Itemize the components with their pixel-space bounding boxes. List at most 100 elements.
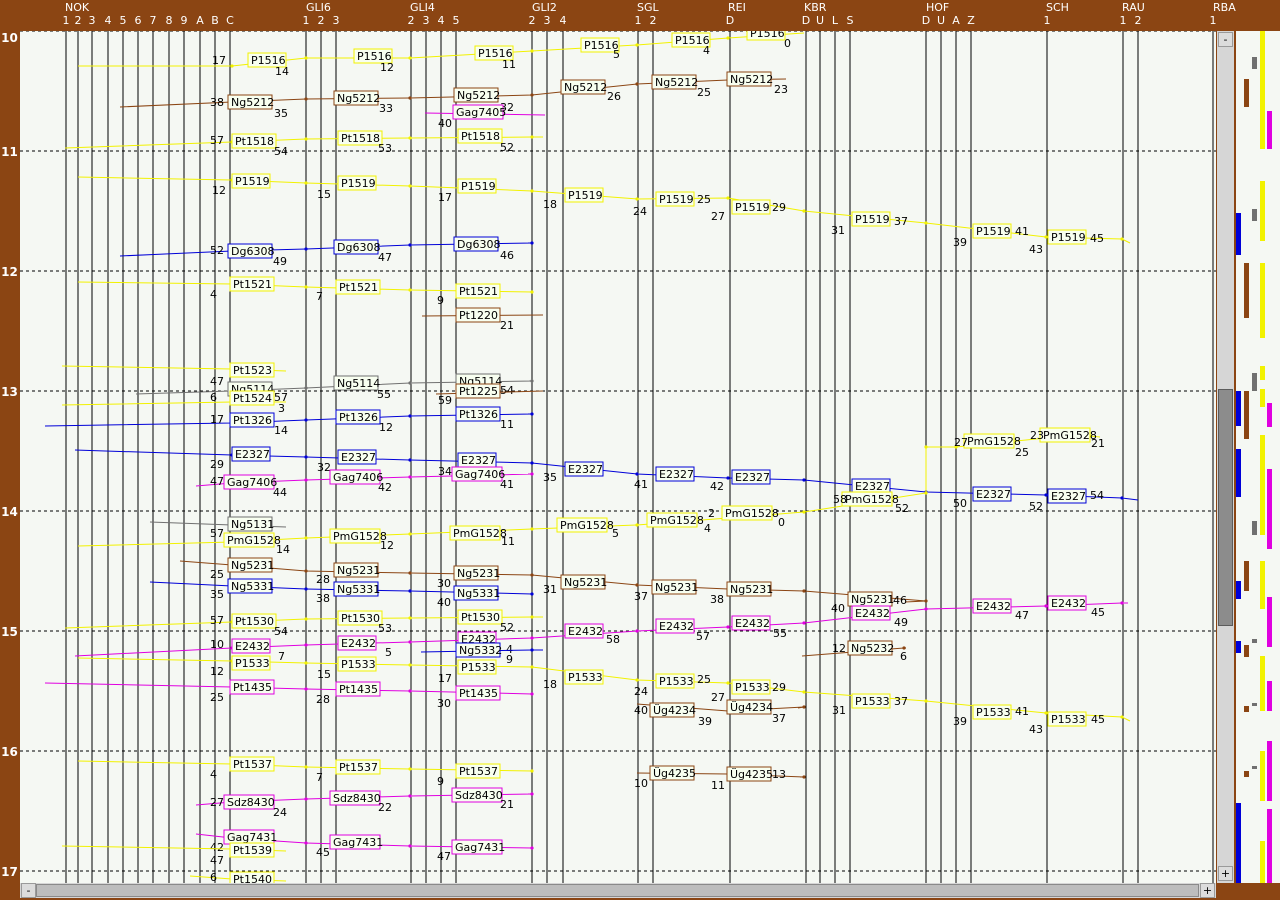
train-label[interactable]: Üg4234	[726, 699, 773, 715]
train-label[interactable]: E2432	[731, 615, 771, 631]
train-label[interactable]: Ng5231	[333, 562, 380, 578]
track-number[interactable]: 1	[633, 14, 643, 27]
track-number[interactable]: 2	[1133, 14, 1143, 27]
train-label[interactable]: Pt1435	[335, 681, 381, 697]
train-label[interactable]: Ng5231	[847, 591, 894, 607]
train-label[interactable]: Sdz8430	[223, 794, 275, 810]
train-label[interactable]: P1533	[731, 679, 771, 695]
train-label[interactable]: E2432	[231, 638, 271, 654]
train-label[interactable]: Pt1518	[337, 130, 383, 146]
train-path-p1533[interactable]: P1533 P1533 P1533 P1533 P1533 P1533 P1533 P1533…	[77, 655, 1131, 736]
train-label[interactable]: Pt1326	[455, 406, 501, 422]
train-label[interactable]: Pt1521	[455, 283, 501, 299]
train-label[interactable]: Ng5212	[651, 74, 698, 90]
train-label[interactable]: Ng5212	[560, 79, 607, 95]
train-label[interactable]: Pt1435	[229, 679, 275, 695]
train-label[interactable]: Gag7431	[329, 834, 383, 850]
track-number[interactable]: B	[210, 14, 220, 27]
track-number[interactable]: 3	[87, 14, 97, 27]
train-label[interactable]: Pt1530	[457, 609, 503, 625]
train-label[interactable]: P1519	[1047, 229, 1087, 245]
train-label[interactable]: P1533	[851, 693, 891, 709]
train-label[interactable]: Üg4235	[649, 765, 696, 781]
train-label[interactable]: E2432	[1047, 595, 1087, 611]
station-label[interactable]: RBA	[1213, 1, 1236, 14]
train-label[interactable]: Ng5131	[227, 516, 274, 532]
track-number[interactable]: 4	[103, 14, 113, 27]
train-label[interactable]: E2327	[564, 461, 604, 477]
track-number[interactable]: 5	[451, 14, 461, 27]
train-label[interactable]: E2432	[564, 623, 604, 639]
train-path-dg6308[interactable]: Dg6308 Dg6308 Dg6308 52 49 47 46	[119, 236, 534, 268]
track-number[interactable]: 6	[133, 14, 143, 27]
track-number[interactable]: 2	[527, 14, 537, 27]
train-label[interactable]: E2327	[1047, 488, 1087, 504]
train-label[interactable]: P1533	[1047, 711, 1087, 727]
train-path-pt1326[interactable]: Pt1326 Pt1326 Pt1326 17 14 12 11	[44, 406, 534, 437]
train-path-ng5231[interactable]: Ng5231 Ng5231 Ng5231 Ng5231 Ng5231 Ng5231 Ng52…	[179, 557, 928, 615]
train-label[interactable]: Ng5212	[333, 90, 380, 106]
train-label[interactable]: E2327	[731, 469, 771, 485]
track-number[interactable]: A	[951, 14, 961, 27]
train-label[interactable]: PmG1528	[721, 505, 779, 521]
scroll-up-button[interactable]: -	[1218, 32, 1233, 47]
station-label[interactable]: SGL	[637, 1, 659, 14]
track-number[interactable]: L	[830, 14, 840, 27]
train-label[interactable]: Ng5212	[453, 87, 500, 103]
train-path-ng5331[interactable]: Ng5331 Ng5331 Ng5331 35 38 40	[149, 578, 534, 609]
train-label[interactable]: E2432	[851, 605, 891, 621]
train-label[interactable]: P1533	[231, 655, 271, 671]
train-label[interactable]: Dg6308	[453, 236, 500, 252]
train-label[interactable]: Pt1326	[335, 409, 381, 425]
train-label[interactable]: Pt1539	[229, 842, 275, 858]
train-label[interactable]: Ng5232	[847, 640, 894, 656]
train-label[interactable]: Gag7431	[223, 829, 277, 845]
train-label[interactable]: P1533	[972, 704, 1012, 720]
train-label[interactable]: Pt1518	[457, 128, 503, 144]
track-number[interactable]: C	[225, 14, 235, 27]
train-label[interactable]: Ng5331	[453, 585, 500, 601]
train-label[interactable]: Ng5231	[453, 565, 500, 581]
time-distance-graph[interactable]: P1516 P1516 P1516 P1516 P1516 P1516 17 14 12 11 5 4…	[20, 31, 1216, 883]
train-label[interactable]: PmG1528	[841, 491, 899, 507]
train-label[interactable]: Ng5231	[560, 574, 607, 590]
train-label[interactable]: E2327	[231, 446, 271, 462]
train-label[interactable]: E2327	[972, 486, 1012, 502]
train-label[interactable]: P1519	[731, 199, 771, 215]
graph-canvas[interactable]: P1516 P1516 P1516P1516 P1516P15161714 12 115 4…	[20, 31, 1216, 883]
train-label[interactable]: Dg6308	[227, 243, 274, 259]
train-label[interactable]: Pt1524	[229, 390, 275, 406]
train-label[interactable]: Pt1530	[231, 613, 277, 629]
track-number[interactable]: D	[921, 14, 931, 27]
track-number[interactable]: 4	[558, 14, 568, 27]
train-label[interactable]: E2327	[851, 478, 891, 494]
station-label[interactable]: REI	[728, 1, 746, 14]
train-label[interactable]: Gag7406	[451, 466, 505, 482]
track-number[interactable]: 1	[61, 14, 71, 27]
train-label[interactable]: Sdz8430	[451, 787, 503, 803]
train-label[interactable]: Gag7406	[329, 469, 383, 485]
track-number[interactable]: 8	[164, 14, 174, 27]
train-label[interactable]: Gag7405	[452, 104, 506, 120]
train-label[interactable]: Pt1523	[229, 362, 275, 378]
train-label[interactable]: Ng5212	[227, 94, 274, 110]
train-label[interactable]: Ng5331	[333, 581, 380, 597]
train-path-pt1539[interactable]: Pt1539 47	[61, 842, 287, 867]
train-label[interactable]: Pt1326	[229, 412, 275, 428]
track-number[interactable]: 7	[148, 14, 158, 27]
train-label[interactable]: P1533	[337, 656, 377, 672]
train-label[interactable]: E2327	[655, 466, 695, 482]
train-path-sdz8430[interactable]: Sdz8430 Sdz8430 Sdz84302724 22 21	[195, 787, 534, 819]
train-label[interactable]: Pt1540	[229, 871, 275, 883]
track-number[interactable]: 9	[179, 14, 189, 27]
scroll-down-button[interactable]: +	[1218, 866, 1233, 881]
horizontal-scrollbar[interactable]: - +	[20, 883, 1216, 898]
train-label[interactable]: Üg4234	[649, 702, 696, 718]
station-label[interactable]: RAU	[1122, 1, 1145, 14]
track-number[interactable]: 1	[301, 14, 311, 27]
track-number[interactable]: 3	[542, 14, 552, 27]
station-label[interactable]: GLI6	[306, 1, 331, 14]
train-label[interactable]: Ng5331	[227, 578, 274, 594]
train-label[interactable]: PmG1528	[556, 517, 614, 533]
train-label[interactable]: P1519	[231, 173, 271, 189]
